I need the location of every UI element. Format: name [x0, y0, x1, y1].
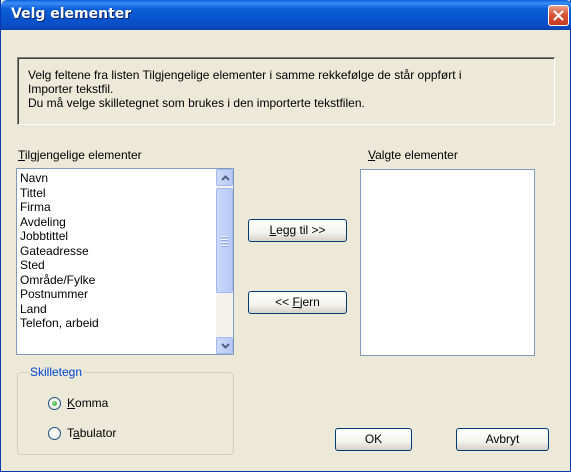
- list-item[interactable]: Tittel: [20, 186, 99, 201]
- close-icon: [553, 10, 564, 21]
- add-button[interactable]: Legg til >>: [248, 219, 347, 242]
- list-item[interactable]: Navn: [20, 171, 99, 186]
- instructions-line-3: Du må velge skilletegnet som brukes i de…: [28, 96, 365, 110]
- separator-group: Skilletegn Komma Tabulator: [17, 365, 234, 455]
- scroll-thumb[interactable]: [216, 188, 233, 293]
- list-item[interactable]: Firma: [20, 200, 99, 215]
- chevron-up-icon: [221, 175, 230, 181]
- dialog-title: Velg elementer: [11, 6, 132, 22]
- scroll-up-button[interactable]: [216, 169, 233, 186]
- selected-elements-list[interactable]: [360, 169, 535, 356]
- radio-comma-label[interactable]: Komma: [67, 396, 108, 410]
- radio-selected-dot: [52, 401, 57, 406]
- separator-group-title: Skilletegn: [28, 365, 85, 379]
- dialog-window: Velg elementer Velg feltene fra listen T…: [0, 0, 571, 472]
- available-elements-list[interactable]: Navn Tittel Firma Avdeling Jobbtittel Gateadr…: [16, 168, 234, 355]
- title-bar[interactable]: Velg elementer: [1, 0, 571, 30]
- radio-comma[interactable]: [48, 397, 61, 410]
- available-list-scrollbar[interactable]: [216, 169, 233, 354]
- list-item[interactable]: Telefon, arbeid: [20, 316, 99, 331]
- remove-button-label: << Fjern: [275, 295, 320, 309]
- radio-tab[interactable]: [48, 427, 61, 440]
- remove-button[interactable]: << Fjern: [248, 291, 347, 314]
- list-item[interactable]: Postnummer: [20, 287, 99, 302]
- close-button[interactable]: [548, 5, 569, 26]
- instructions-line-2: Importer tekstfil.: [28, 82, 114, 96]
- selected-elements-label: Valgte elementer: [368, 148, 458, 162]
- list-item[interactable]: Sted: [20, 258, 99, 273]
- ok-button[interactable]: OK: [335, 428, 412, 451]
- scroll-down-button[interactable]: [216, 337, 233, 354]
- list-item[interactable]: Avdeling: [20, 215, 99, 230]
- add-button-label: Legg til >>: [269, 223, 326, 237]
- available-elements-label: Tilgjengelige elementer: [18, 148, 142, 162]
- list-item[interactable]: Gateadresse: [20, 244, 99, 259]
- chevron-down-icon: [221, 343, 230, 349]
- list-item[interactable]: Område/Fylke: [20, 273, 99, 288]
- instructions-box: Velg feltene fra listen Tilgjengelige el…: [17, 57, 555, 125]
- list-item[interactable]: Land: [20, 302, 99, 317]
- instructions-line-1: Velg feltene fra listen Tilgjengelige el…: [28, 68, 462, 82]
- list-item[interactable]: Jobbtittel: [20, 229, 99, 244]
- radio-tab-label[interactable]: Tabulator: [67, 426, 116, 440]
- cancel-button[interactable]: Avbryt: [456, 428, 549, 451]
